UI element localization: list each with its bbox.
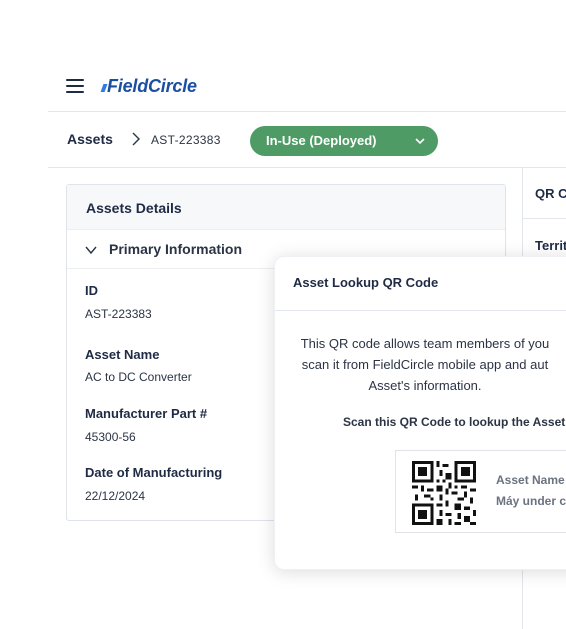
menu-icon[interactable] [66, 79, 84, 93]
field-label-id: ID [85, 283, 98, 298]
field-value-id: AST-223383 [85, 307, 152, 321]
section-title: Primary Information [109, 241, 243, 257]
field-value-part-number: 45300-56 [85, 430, 136, 444]
right-panel-qr-label: QR C [535, 186, 566, 201]
qr-code-icon [412, 461, 476, 525]
field-value-manufacturing-date: 22/12/2024 [85, 489, 146, 503]
top-bar: FieldCircle [48, 66, 566, 112]
status-label: In-Use (Deployed) [266, 133, 377, 148]
field-label-manufacturing-date: Date of Manufacturing [85, 465, 223, 480]
description-line: This QR code allows team members of you [300, 336, 550, 351]
qr-asset-name-value: Máy under c [496, 494, 566, 508]
description-line: Asset's information. [368, 378, 482, 393]
divider [523, 218, 566, 219]
asset-page: FieldCircle Assets AST-223383 In-Use (De… [0, 0, 566, 629]
chevron-right-icon [132, 132, 140, 146]
chevron-down-icon [415, 138, 425, 145]
card-header: Assets Details [67, 185, 505, 230]
status-dropdown[interactable]: In-Use (Deployed) [250, 126, 438, 156]
field-label-part-number: Manufacturer Part # [85, 406, 208, 421]
modal-description: This QR code allows team members of you … [275, 333, 566, 396]
modal-title: Asset Lookup QR Code [293, 275, 439, 290]
right-panel-territory-label: Territ [535, 238, 566, 253]
field-label-asset-name: Asset Name [85, 347, 160, 362]
breadcrumb: Assets AST-223383 In-Use (Deployed) [48, 112, 566, 168]
card-title: Assets Details [86, 200, 182, 216]
qr-label-box: Asset Name Máy under c [395, 450, 566, 533]
app-logo[interactable]: FieldCircle [100, 76, 197, 97]
chevron-down-icon [85, 246, 97, 255]
qr-code-modal: Asset Lookup QR Code This QR code allows… [274, 256, 566, 570]
breadcrumb-assets-link[interactable]: Assets [67, 131, 113, 147]
breadcrumb-current: AST-223383 [151, 133, 221, 147]
description-line: scan it from FieldCircle mobile app and … [301, 357, 549, 372]
scan-instruction: Scan this QR Code to lookup the Asset [343, 415, 566, 429]
divider [275, 310, 566, 311]
field-value-asset-name: AC to DC Converter [85, 370, 192, 384]
qr-asset-name-label: Asset Name [496, 473, 565, 487]
